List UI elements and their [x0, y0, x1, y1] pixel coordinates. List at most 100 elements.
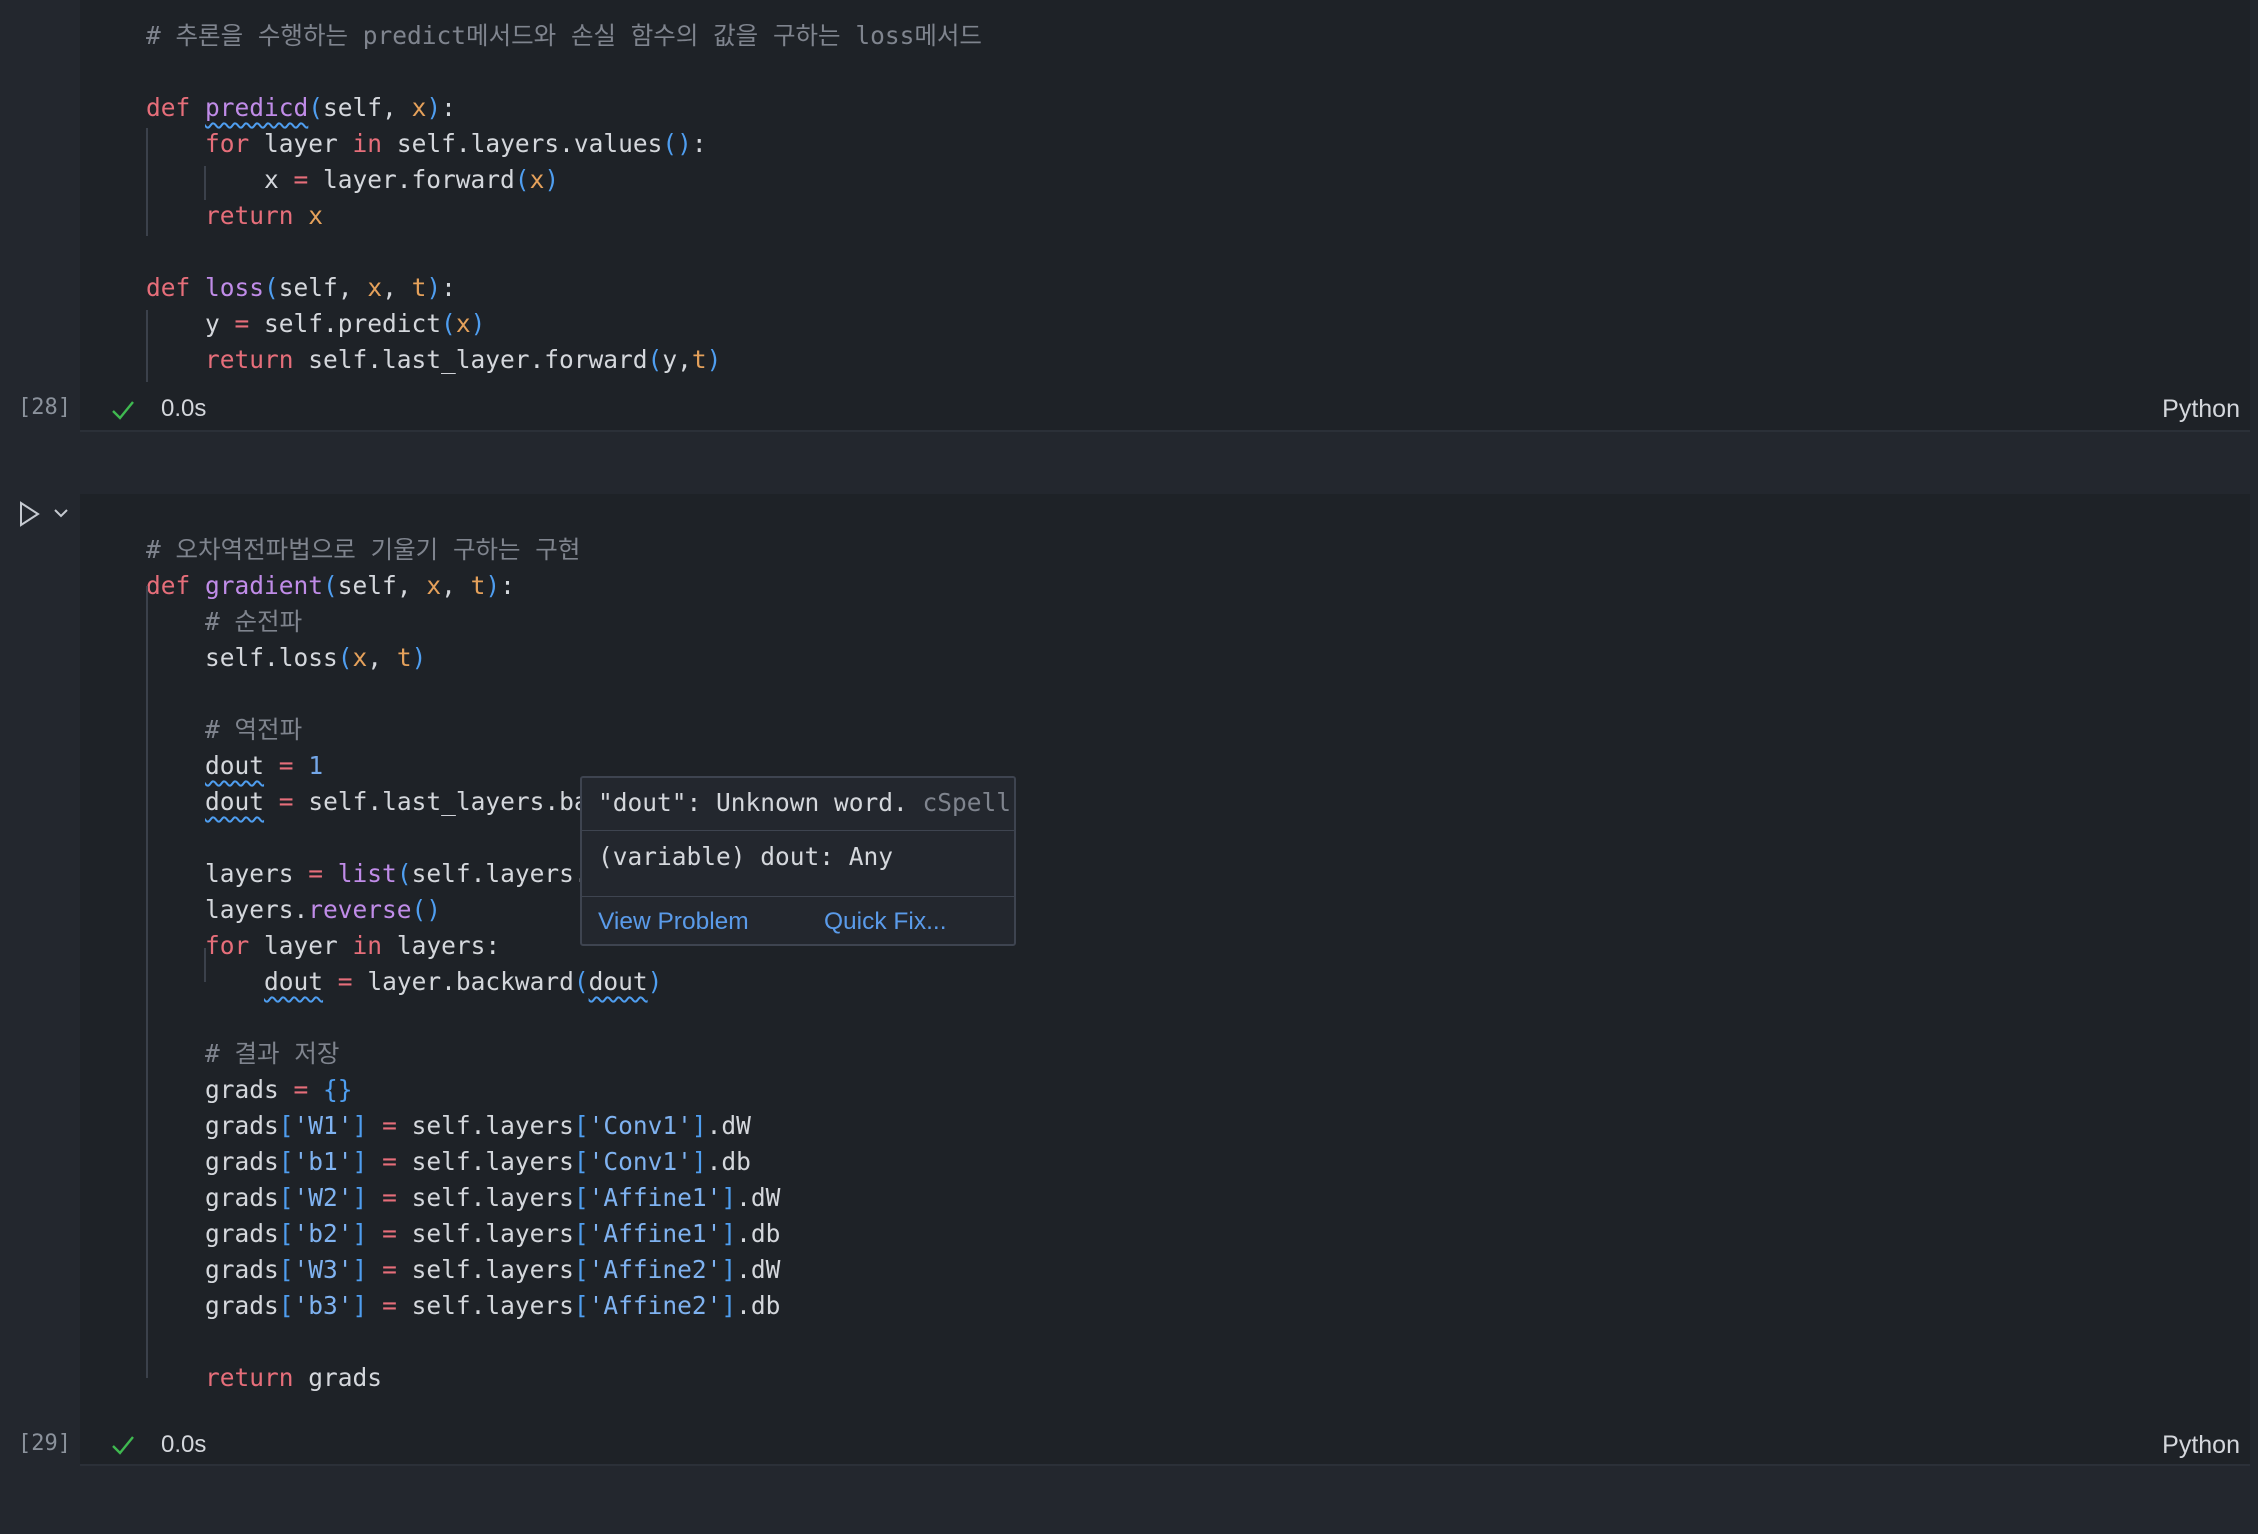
- token-paren: (: [514, 165, 530, 194]
- code-line[interactable]: for layer in layers:: [146, 928, 500, 964]
- indent-guide: [146, 128, 148, 236]
- hover-tooltip: "dout": Unknown word. cSpell (variable) …: [580, 776, 1016, 946]
- code-line[interactable]: grads['b2'] = self.layers['Affine1'].db: [146, 1216, 780, 1252]
- token-param: x: [426, 571, 442, 600]
- code-line[interactable]: return self.last_layer.forward(y,t): [146, 342, 721, 378]
- token-paren: (): [411, 895, 442, 924]
- token: grads: [146, 1291, 279, 1320]
- token-paren: (: [337, 643, 353, 672]
- code-line[interactable]: # 추론을 수행하는 predict메서드와 손실 함수의 값을 구하는 los…: [146, 18, 982, 54]
- token: .db: [706, 1147, 751, 1176]
- code-cell-28[interactable]: # 추론을 수행하는 predict메서드와 손실 함수의 값을 구하는 los…: [80, 0, 2250, 430]
- problem-source: cSpell: [922, 788, 1012, 817]
- token-kw: =: [234, 309, 250, 338]
- code-line[interactable]: grads['W1'] = self.layers['Conv1'].dW: [146, 1108, 751, 1144]
- code-line[interactable]: # 역전파: [146, 712, 302, 748]
- token: :: [441, 93, 456, 122]
- token: self.last_layer.forward: [293, 345, 648, 374]
- execution-count: [28]: [18, 395, 71, 420]
- token-comment: # 오차역전파법으로 기울기 구하는 구현: [146, 535, 581, 564]
- token-param: t: [691, 345, 707, 374]
- token: self.loss: [146, 643, 338, 672]
- code-line[interactable]: def loss(self, x, t):: [146, 270, 456, 306]
- quick-fix-link[interactable]: Quick Fix...: [824, 908, 947, 936]
- token-paren: [: [573, 1111, 589, 1140]
- token: self.layers: [396, 1183, 574, 1212]
- token: layer: [249, 931, 353, 960]
- token-kw: =: [278, 751, 294, 780]
- code-line[interactable]: dout = self.last_layers.ba: [146, 784, 589, 820]
- code-line[interactable]: # 결과 저장: [146, 1036, 339, 1072]
- code-line[interactable]: grads = {}: [146, 1072, 353, 1108]
- code-line[interactable]: x = layer.forward(x): [146, 162, 559, 198]
- code-line[interactable]: return x: [146, 198, 323, 234]
- code-line[interactable]: def gradient(self, x, t):: [146, 568, 515, 604]
- run-cell-button[interactable]: [16, 499, 42, 533]
- code-line[interactable]: layers = list(self.layers.: [146, 856, 589, 892]
- code-cell-29[interactable]: # 오차역전파법으로 기울기 구하는 구현 def gradient(self, …: [80, 494, 2250, 1464]
- code-line[interactable]: for layer in self.layers.values():: [146, 126, 707, 162]
- token: y: [146, 309, 235, 338]
- token-paren: [: [573, 1219, 589, 1248]
- code-line[interactable]: grads['b1'] = self.layers['Conv1'].db: [146, 1144, 751, 1180]
- code-line[interactable]: self.loss(x, t): [146, 640, 426, 676]
- token: self.layers.: [411, 859, 589, 888]
- code-line[interactable]: layers.reverse(): [146, 892, 441, 928]
- code-line[interactable]: dout = layer.backward(dout): [146, 964, 662, 1000]
- token: self,: [337, 571, 427, 600]
- cell-language[interactable]: Python: [2162, 1431, 2240, 1460]
- token-kw: =: [382, 1219, 397, 1248]
- indent-guide: [204, 948, 206, 982]
- token-fn: gradient: [205, 571, 324, 600]
- check-icon: [110, 398, 136, 426]
- token: layers.: [146, 895, 309, 924]
- token-kw: =: [278, 787, 294, 816]
- token: .dW: [706, 1111, 751, 1140]
- token-paren: (: [441, 309, 456, 338]
- token-str: 'Conv1': [588, 1111, 692, 1140]
- token-str: 'Affine2': [588, 1255, 722, 1284]
- token: grads: [146, 1075, 294, 1104]
- token: :: [441, 273, 456, 302]
- token-param: x: [455, 309, 471, 338]
- cell-options-button[interactable]: [52, 505, 70, 524]
- view-problem-link[interactable]: View Problem: [598, 908, 749, 936]
- token-paren: (: [647, 345, 663, 374]
- token-kw: return: [205, 1363, 294, 1392]
- token: grads: [146, 1147, 279, 1176]
- token: :: [500, 571, 515, 600]
- problem-message: "dout": Unknown word. cSpell: [598, 788, 1012, 817]
- token-kw: for: [205, 129, 250, 158]
- code-line[interactable]: # 순전파: [146, 604, 302, 640]
- execution-time: 0.0s: [161, 395, 207, 422]
- code-line[interactable]: y = self.predict(x): [146, 306, 485, 342]
- code-line[interactable]: dout = 1: [146, 748, 323, 784]
- code-line[interactable]: # 오차역전파법으로 기울기 구하는 구현: [146, 532, 580, 568]
- cell-language[interactable]: Python: [2162, 395, 2240, 424]
- token-kw: for: [205, 931, 250, 960]
- code-line[interactable]: def predicd(self, x):: [146, 90, 456, 126]
- token-paren: [: [573, 1183, 589, 1212]
- token-paren: ]: [721, 1291, 737, 1320]
- token: dout: [205, 787, 265, 816]
- token-paren: (: [573, 967, 589, 996]
- code-line[interactable]: grads['W3'] = self.layers['Affine2'].dW: [146, 1252, 780, 1288]
- code-line[interactable]: grads['b3'] = self.layers['Affine2'].db: [146, 1288, 780, 1324]
- token: self,: [278, 273, 368, 302]
- token: self.layers: [396, 1291, 574, 1320]
- token-str: 'W1': [293, 1111, 353, 1140]
- token-kw: def: [146, 93, 206, 122]
- token: .db: [736, 1219, 781, 1248]
- token-kw: =: [382, 1255, 397, 1284]
- code-line[interactable]: return grads: [146, 1360, 382, 1396]
- token: layer.backward: [352, 967, 574, 996]
- code-line[interactable]: grads['W2'] = self.layers['Affine1'].dW: [146, 1180, 780, 1216]
- token-comment: # 추론을 수행하는 predict메서드와 손실 함수의 값을 구하는 los…: [146, 21, 982, 50]
